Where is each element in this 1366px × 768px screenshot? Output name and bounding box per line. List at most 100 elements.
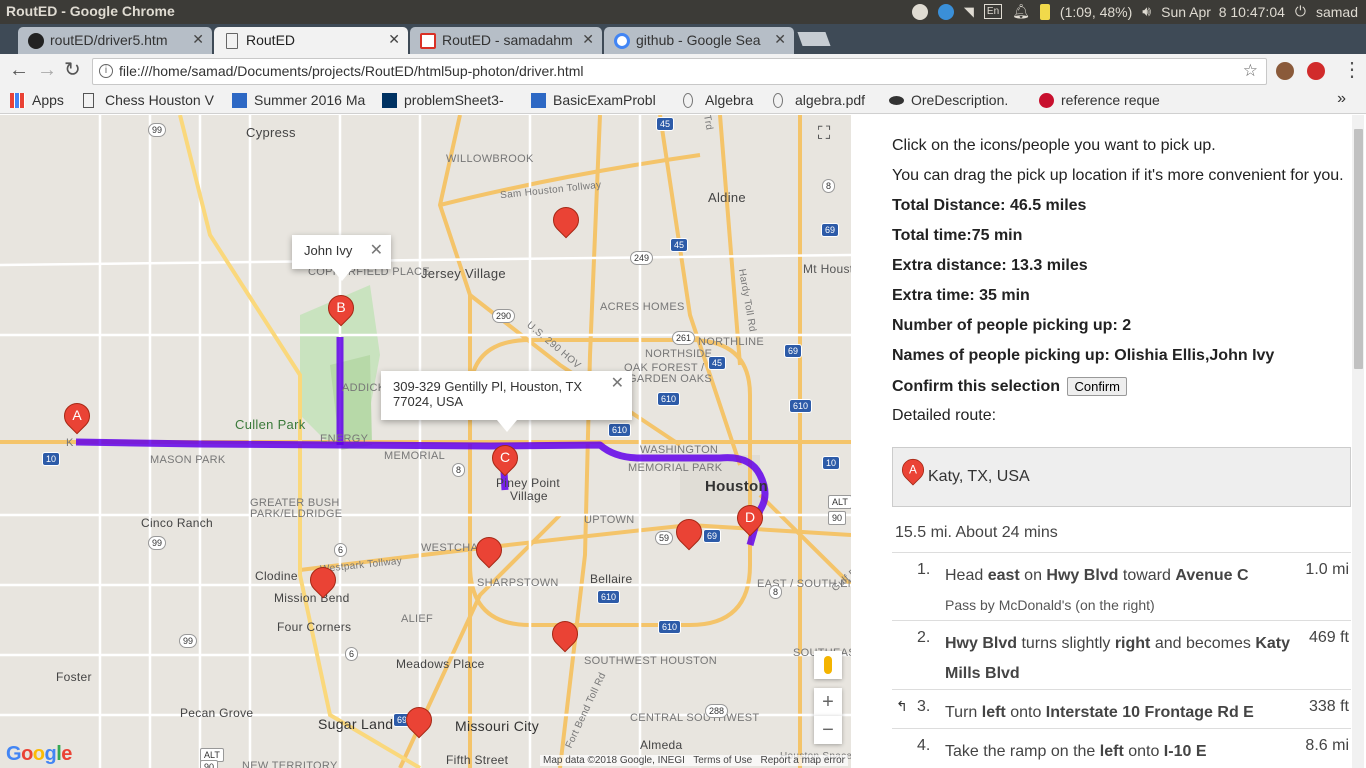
adblock-icon[interactable] [1307, 62, 1325, 80]
map-label-cullen-park: Cullen Park [235, 417, 306, 432]
step-number: 3. [917, 698, 931, 715]
menu-icon[interactable]: ⋮ [1342, 60, 1362, 80]
address-bar[interactable]: i file:///home/samad/Documents/projects/… [92, 58, 1267, 85]
step-distance: 469 ft [1308, 629, 1349, 646]
bookmark-star-icon[interactable]: ☆ [1243, 61, 1258, 81]
bookmark-oredescription[interactable]: OreDescription. [889, 92, 1027, 108]
url-text[interactable]: file:///home/samad/Documents/projects/Ro… [119, 63, 584, 79]
step-text: toward [1118, 567, 1176, 584]
confirm-button[interactable]: Confirm [1067, 377, 1127, 396]
rider-marker[interactable] [670, 513, 708, 557]
bookmark-label: Summer 2016 Ma [254, 92, 366, 108]
step-distance: 1.0 mi [1305, 561, 1349, 578]
skype-icon[interactable] [937, 3, 954, 20]
clock[interactable]: Sun Apr 8 10:47:04 [1161, 4, 1285, 20]
highway-shield: 610 [597, 590, 621, 604]
marker-b[interactable]: B [322, 289, 360, 333]
bookmark-algebra-pdf[interactable]: algebra.pdf [773, 92, 881, 108]
tab-label: RoutED [246, 32, 296, 48]
info-icon[interactable]: i [99, 64, 113, 78]
tab-routed[interactable]: RoutED ✕ [214, 27, 408, 54]
battery-icon[interactable] [1039, 3, 1050, 20]
marker-a[interactable]: A [58, 397, 96, 441]
route-step[interactable]: 1. Head east on Hwy Blvd toward Avenue C… [892, 552, 1351, 621]
battery-status[interactable]: (1:09, 48%) [1060, 4, 1132, 20]
close-tab-icon[interactable]: ✕ [774, 31, 786, 48]
close-tab-icon[interactable]: ✕ [192, 31, 204, 48]
volume-icon[interactable]: 🔊︎ [1142, 3, 1151, 20]
highway-shield: 10 [42, 452, 61, 466]
total-time: Total time:75 min [892, 227, 1022, 245]
route-step[interactable]: ↰ 3. Turn left onto Interstate 10 Fronta… [892, 690, 1351, 729]
username[interactable]: samad [1316, 4, 1358, 20]
start-marker: A [897, 454, 929, 491]
bookmark-label: reference reque [1061, 92, 1160, 108]
total-time-text: Total time:75 min [892, 227, 1023, 244]
rider-marker[interactable] [547, 201, 585, 245]
fullscreen-button[interactable]: ⛶ [810, 123, 838, 151]
marker-d[interactable]: D [731, 499, 769, 543]
marker-letter: A [72, 407, 82, 423]
bookmark-algebra[interactable]: Algebra [683, 92, 765, 108]
route-step[interactable]: 4. Take the ramp on the left onto I-10 E… [892, 729, 1351, 768]
route-step[interactable]: 2. Hwy Blvd turns slightly right and bec… [892, 621, 1351, 690]
close-tab-icon[interactable]: ✕ [388, 31, 400, 48]
info-window-b[interactable]: John Ivy ✕ [292, 235, 391, 281]
zoom-out-button[interactable]: − [814, 716, 842, 744]
tab-gmail[interactable]: RoutED - samadahm ✕ [410, 27, 602, 54]
bookmark-problemsheet3[interactable]: problemSheet3- [382, 92, 518, 108]
power-icon[interactable]: ⏻ [1295, 3, 1306, 20]
rider-marker[interactable] [304, 561, 342, 605]
reload-icon[interactable]: ↻ [64, 60, 81, 80]
scroll-thumb[interactable] [1354, 129, 1363, 369]
bookmark-basicexam[interactable]: BasicExamProbl [531, 92, 669, 108]
step-road: Interstate 10 Frontage Rd E [1045, 704, 1254, 721]
highway-shield: 10 [822, 456, 841, 470]
rider-marker[interactable] [546, 615, 584, 659]
scrollbar[interactable] [1352, 115, 1364, 768]
notification-bell-icon[interactable]: 🔔︎ [1012, 3, 1030, 20]
bookmark-apps[interactable]: Apps [10, 92, 80, 108]
bookmark-summer-2016[interactable]: Summer 2016 Ma [232, 92, 370, 108]
report-map-error-link[interactable]: Report a map error [761, 755, 845, 766]
marker-letter: B [336, 299, 346, 315]
zoom-in-button[interactable]: + [814, 688, 842, 716]
map-label-new-territory: NEW TERRITORY [242, 760, 338, 768]
highway-shield: 610 [608, 423, 632, 437]
rider-marker[interactable] [400, 701, 438, 745]
highway-shield: 45 [656, 117, 675, 131]
bookmark-reference-request[interactable]: reference reque [1039, 92, 1175, 108]
marker-c[interactable]: C [486, 439, 524, 483]
extension-owl-icon[interactable] [1276, 62, 1294, 80]
terms-of-use-link[interactable]: Terms of Use [693, 755, 752, 766]
close-icon[interactable]: ✕ [611, 376, 624, 392]
map-label-park-eldridge: PARK/ELDRIDGE [250, 508, 343, 520]
close-tab-icon[interactable]: ✕ [582, 31, 594, 48]
map[interactable]: Cypress WILLOWBROOK Aldine Sam Houston T… [0, 115, 851, 768]
update-icon[interactable] [911, 3, 928, 20]
pegman-button[interactable] [814, 651, 842, 679]
os-top-bar: RoutED - Google Chrome ◥ En 🔔︎ (1:09, 48… [0, 0, 1366, 24]
google-logo: Google [6, 743, 72, 766]
info-window-c[interactable]: 309-329 Gentilly Pl, Houston, TX 77024, … [381, 371, 632, 432]
new-tab-button[interactable] [797, 32, 831, 46]
map-label-missouri-city: Missouri City [455, 718, 540, 734]
pin-icon [547, 201, 585, 239]
highway-shield: 45 [670, 238, 689, 252]
close-icon[interactable]: ✕ [370, 240, 383, 260]
back-icon[interactable]: ← [9, 60, 29, 80]
rider-marker[interactable] [470, 531, 508, 575]
highway-shield: 69 [703, 529, 722, 543]
forward-icon[interactable]: → [37, 60, 57, 80]
detailed-route-heading: Detailed route: [892, 407, 997, 424]
map-label-washington: WASHINGTON [640, 444, 719, 456]
more-bookmarks-icon[interactable]: » [1337, 90, 1346, 108]
wifi-icon[interactable]: ◥ [964, 4, 974, 20]
tab-driver5[interactable]: routED/driver5.htm ✕ [18, 27, 212, 54]
step-distance: 8.6 mi [1305, 737, 1349, 754]
step-number: 2. [917, 629, 931, 646]
highway-shield: 288 [705, 704, 729, 718]
bookmark-chess-houston[interactable]: Chess Houston V [83, 92, 221, 108]
tab-google-search[interactable]: github - Google Sea ✕ [604, 27, 794, 54]
language-indicator[interactable]: En [983, 4, 1003, 19]
